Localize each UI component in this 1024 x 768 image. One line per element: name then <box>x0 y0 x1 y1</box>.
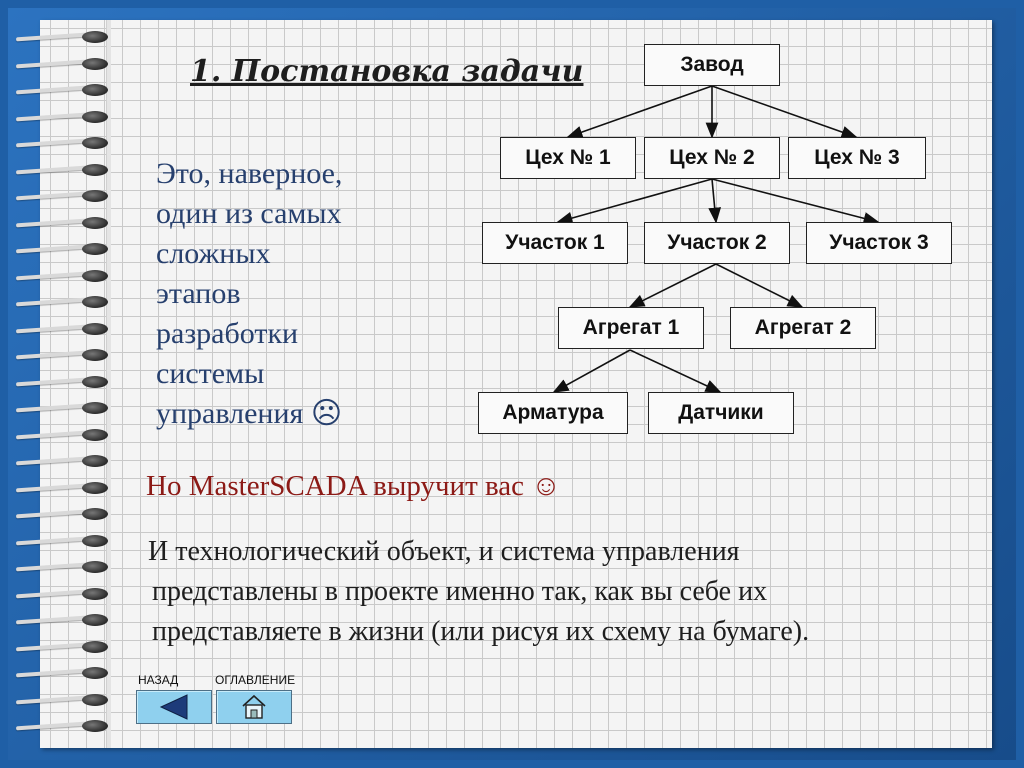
spiral-ring <box>12 136 112 152</box>
back-button[interactable] <box>136 690 212 724</box>
spiral-ring <box>12 454 112 470</box>
node-shop-2: Цех № 2 <box>644 137 780 179</box>
spiral-ring <box>12 666 112 682</box>
node-section-2: Участок 2 <box>644 222 790 264</box>
contents-label: ОГЛАВЛЕНИЕ <box>215 673 296 687</box>
spiral-ring <box>12 587 112 603</box>
body-paragraph: И технологический объект, и система упра… <box>148 532 968 652</box>
spiral-ring <box>12 322 112 338</box>
spiral-ring <box>12 83 112 99</box>
home-icon <box>242 694 266 719</box>
spiral-ring <box>12 640 112 656</box>
spiral-ring <box>12 57 112 73</box>
back-label: НАЗАД <box>138 673 179 687</box>
intro-line: разработки <box>156 317 299 350</box>
node-shop-1: Цех № 1 <box>500 137 636 179</box>
intro-line: системы <box>156 357 265 390</box>
node-part-sensors: Датчики <box>648 392 794 434</box>
spiral-ring <box>12 560 112 576</box>
arrow-left-icon <box>159 694 188 720</box>
spiral-ring <box>12 428 112 444</box>
node-section-1: Участок 1 <box>482 222 628 264</box>
slide-title: 1. Постановка задачи <box>190 54 584 89</box>
highlight-text: Но MasterSCADA выручит вас ☺ <box>146 470 561 502</box>
spiral-ring <box>12 719 112 735</box>
spiral-ring <box>12 348 112 364</box>
spiral-ring <box>12 242 112 258</box>
spiral-ring <box>12 189 112 205</box>
spiral-ring <box>12 295 112 311</box>
spiral-ring <box>12 534 112 550</box>
spiral-ring <box>12 613 112 629</box>
spiral-ring <box>12 269 112 285</box>
body-line: представляете в жизни (или рисуя их схем… <box>152 616 810 647</box>
body-line: И технологический объект, и система упра… <box>148 536 740 567</box>
intro-text: Это, наверное, один из самых сложных эта… <box>156 154 396 434</box>
node-part-fittings: Арматура <box>478 392 628 434</box>
intro-line: Это, наверное, <box>156 157 343 190</box>
node-section-3: Участок 3 <box>806 222 952 264</box>
spiral-ring <box>12 481 112 497</box>
spiral-ring <box>12 401 112 417</box>
intro-line: один из самых <box>156 197 342 230</box>
spiral-ring <box>12 30 112 46</box>
contents-button[interactable] <box>216 690 292 724</box>
node-unit-1: Агрегат 1 <box>558 307 704 349</box>
intro-line: управления ☹ <box>156 397 343 430</box>
spiral-ring <box>12 110 112 126</box>
node-root-plant: Завод <box>644 44 780 86</box>
body-line: представлены в проекте именно так, как в… <box>152 576 768 607</box>
spiral-ring <box>12 693 112 709</box>
spiral-ring <box>12 507 112 523</box>
notebook-spiral-binding <box>12 30 112 750</box>
spiral-ring <box>12 216 112 232</box>
node-shop-3: Цех № 3 <box>788 137 926 179</box>
node-unit-2: Агрегат 2 <box>730 307 876 349</box>
spiral-ring <box>12 163 112 179</box>
intro-line: этапов <box>156 277 241 310</box>
spiral-ring <box>12 375 112 391</box>
intro-line: сложных <box>156 237 271 270</box>
